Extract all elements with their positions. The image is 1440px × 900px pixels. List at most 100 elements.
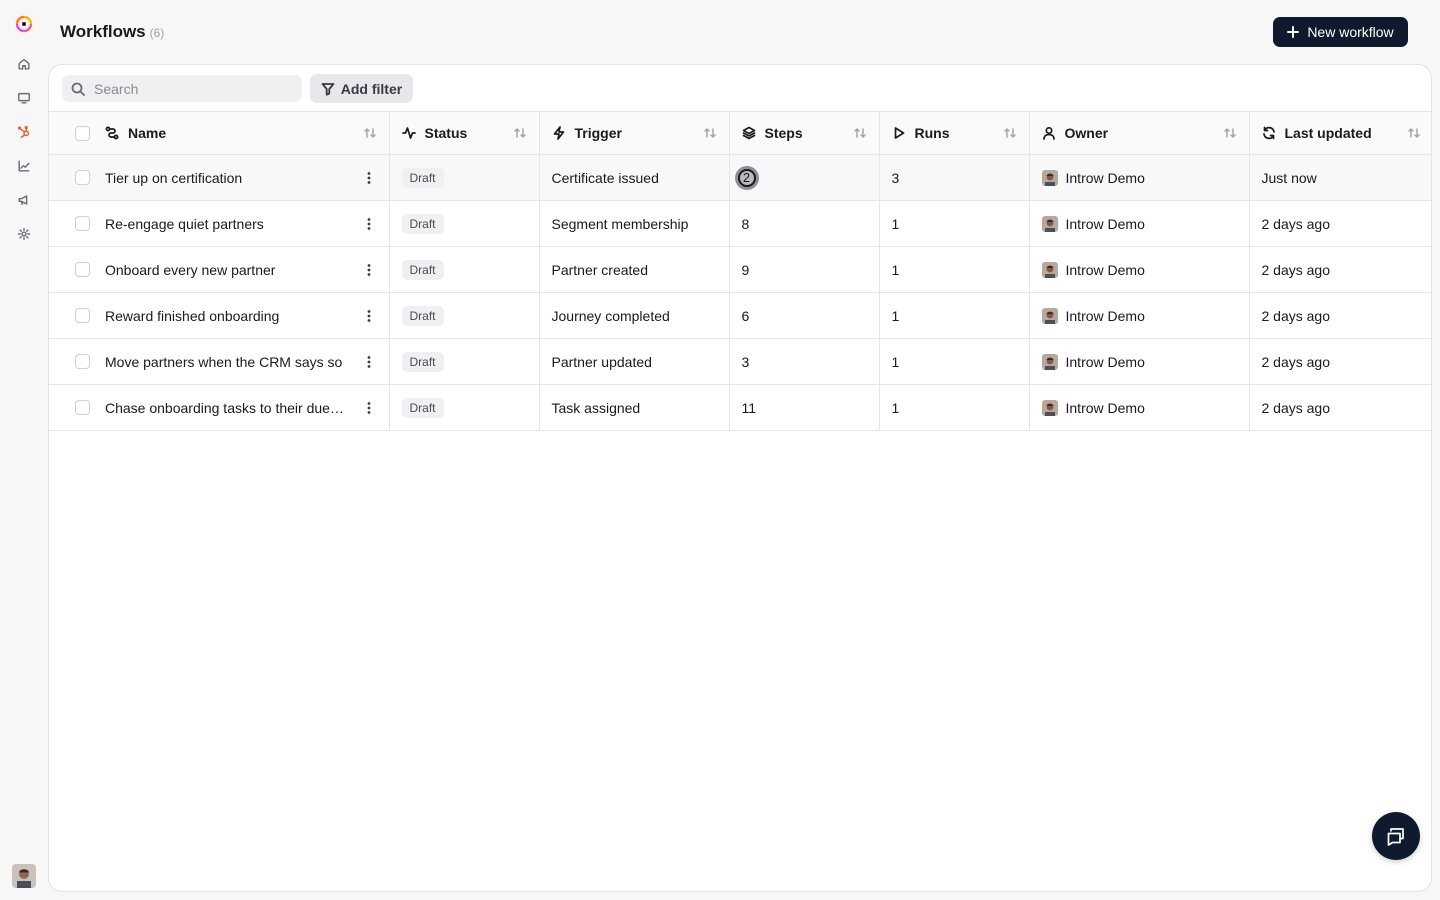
- row-checkbox[interactable]: [75, 354, 90, 369]
- cursor-indicator: 2: [734, 165, 759, 190]
- workflow-name[interactable]: Reward finished onboarding: [105, 308, 353, 324]
- workflow-name[interactable]: Chase onboarding tasks to their due…: [105, 400, 353, 416]
- workflow-name[interactable]: Tier up on certification: [105, 170, 353, 186]
- sort-icon[interactable]: [853, 126, 867, 140]
- hubspot-icon[interactable]: [14, 122, 34, 142]
- cell-name: Re-engage quiet partners: [49, 200, 390, 247]
- more-options-icon[interactable]: [361, 216, 377, 232]
- status-badge: Draft: [401, 397, 444, 418]
- add-filter-button[interactable]: Add filter: [310, 74, 413, 103]
- status-badge: Draft: [401, 167, 444, 188]
- column-header-steps[interactable]: Steps: [729, 111, 880, 155]
- cell-steps: 3: [729, 338, 880, 385]
- column-label-last-updated: Last updated: [1284, 125, 1372, 141]
- status-badge: Draft: [401, 305, 444, 326]
- column-label-steps: Steps: [764, 125, 803, 141]
- cell-trigger: Partner updated: [539, 338, 730, 385]
- search-icon: [71, 82, 85, 96]
- cell-name: Reward finished onboarding: [49, 292, 390, 339]
- more-options-icon[interactable]: [361, 170, 377, 186]
- cell-name: Move partners when the CRM says so: [49, 338, 390, 385]
- table-header-row: Name Status Trigger Steps Runs Owner Las…: [49, 111, 1431, 155]
- sort-icon[interactable]: [513, 126, 527, 140]
- cell-status: Draft: [389, 292, 540, 339]
- table-row[interactable]: Re-engage quiet partners Draft Segment m…: [49, 200, 1431, 247]
- add-filter-label: Add filter: [340, 80, 403, 97]
- more-options-icon[interactable]: [361, 354, 377, 370]
- table-row[interactable]: Chase onboarding tasks to their due… Dra…: [49, 384, 1431, 431]
- status-badge: Draft: [401, 213, 444, 234]
- select-all-checkbox[interactable]: [75, 125, 90, 141]
- owner-avatar: [1041, 261, 1058, 278]
- owner-name: Introw Demo: [1065, 399, 1145, 416]
- sort-icon[interactable]: [363, 126, 377, 140]
- owner-name: Introw Demo: [1065, 261, 1145, 278]
- sidebar: [0, 0, 48, 900]
- cell-status: Draft: [389, 246, 540, 293]
- owner-name: Introw Demo: [1065, 169, 1145, 186]
- status-badge: Draft: [401, 259, 444, 280]
- row-checkbox[interactable]: [75, 170, 90, 185]
- row-checkbox[interactable]: [75, 400, 90, 415]
- monitor-icon[interactable]: [14, 88, 34, 108]
- app-logo[interactable]: [12, 12, 36, 36]
- home-icon[interactable]: [14, 54, 34, 74]
- sort-icon[interactable]: [703, 126, 717, 140]
- owner-name: Introw Demo: [1065, 307, 1145, 324]
- search-input[interactable]: [94, 80, 294, 97]
- cell-runs: 3: [879, 154, 1030, 201]
- owner-name: Introw Demo: [1065, 353, 1145, 370]
- cell-name: Onboard every new partner: [49, 246, 390, 293]
- chat-button[interactable]: [1372, 812, 1420, 860]
- cell-last-updated: 2 days ago: [1249, 200, 1431, 247]
- table-row[interactable]: Reward finished onboarding Draft Journey…: [49, 292, 1431, 339]
- owner-avatar: [1041, 169, 1058, 186]
- cell-owner: Introw Demo: [1029, 246, 1250, 293]
- gear-icon[interactable]: [14, 224, 34, 244]
- row-checkbox[interactable]: [75, 308, 90, 323]
- megaphone-icon[interactable]: [14, 190, 34, 210]
- cell-steps: 2: [729, 154, 880, 201]
- sort-icon[interactable]: [1407, 126, 1421, 140]
- column-label-name: Name: [128, 125, 167, 141]
- workflow-name[interactable]: Move partners when the CRM says so: [105, 354, 353, 370]
- table-row[interactable]: Tier up on certification Draft Certifica…: [49, 154, 1431, 201]
- table-row[interactable]: Move partners when the CRM says so Draft…: [49, 338, 1431, 385]
- cell-trigger: Task assigned: [539, 384, 730, 431]
- cell-runs: 1: [879, 246, 1030, 293]
- column-header-name[interactable]: Name: [49, 111, 390, 155]
- workflow-name[interactable]: Re-engage quiet partners: [105, 216, 353, 232]
- row-checkbox[interactable]: [75, 216, 90, 231]
- column-header-runs[interactable]: Runs: [879, 111, 1030, 155]
- new-workflow-button[interactable]: New workflow: [1273, 17, 1408, 47]
- column-header-last-updated[interactable]: Last updated: [1249, 111, 1431, 155]
- more-options-icon[interactable]: [361, 400, 377, 416]
- column-header-status[interactable]: Status: [389, 111, 540, 155]
- owner-name: Introw Demo: [1065, 215, 1145, 232]
- column-header-owner[interactable]: Owner: [1029, 111, 1250, 155]
- page-title: Workflows (6): [60, 22, 164, 42]
- more-options-icon[interactable]: [361, 308, 377, 324]
- workflows-table: Name Status Trigger Steps Runs Owner Las…: [49, 111, 1431, 431]
- column-label-trigger: Trigger: [574, 125, 622, 141]
- cell-trigger: Certificate issued: [539, 154, 730, 201]
- sort-icon[interactable]: [1003, 126, 1017, 140]
- layers-icon: [742, 126, 756, 140]
- lightning-icon: [552, 126, 566, 140]
- cell-last-updated: Just now: [1249, 154, 1431, 201]
- table-row[interactable]: Onboard every new partner Draft Partner …: [49, 246, 1431, 293]
- workflow-name[interactable]: Onboard every new partner: [105, 262, 353, 278]
- cell-last-updated: 2 days ago: [1249, 384, 1431, 431]
- cell-steps: 8: [729, 200, 880, 247]
- chart-icon[interactable]: [14, 156, 34, 176]
- row-checkbox[interactable]: [75, 262, 90, 277]
- owner-avatar: [1041, 307, 1058, 324]
- sort-icon[interactable]: [1223, 126, 1237, 140]
- cell-owner: Introw Demo: [1029, 200, 1250, 247]
- cell-steps: 6: [729, 292, 880, 339]
- more-options-icon[interactable]: [361, 262, 377, 278]
- cell-steps: 9: [729, 246, 880, 293]
- cell-last-updated: 2 days ago: [1249, 338, 1431, 385]
- user-avatar[interactable]: [12, 864, 36, 888]
- column-header-trigger[interactable]: Trigger: [539, 111, 730, 155]
